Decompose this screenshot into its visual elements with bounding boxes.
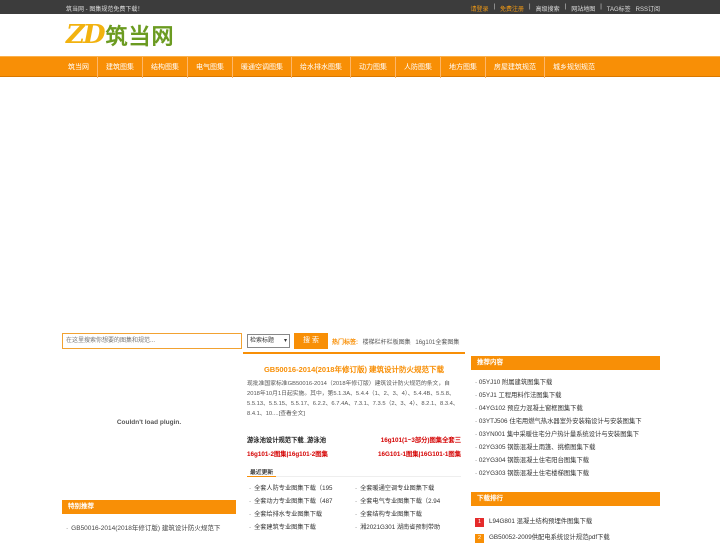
search-bar: 检索标题 搜 索 热门标签: 楼梯栏杆栏板图集 16g101全套图集: [62, 333, 662, 349]
list-item[interactable]: 03YN001 集中采暖住宅分户热计量系统设计与安装图集下: [475, 428, 660, 441]
search-button[interactable]: 搜 索: [294, 333, 328, 349]
plugin-placeholder: Couldn't load plugin.: [62, 355, 236, 495]
top-links: 请登录 | 免费注册 | 高级搜索 | 网站地图 | TAG标签 RSS订阅: [470, 4, 660, 13]
list-item[interactable]: 02YG305 钢筋混凝土雨篷、挑檐图集下载: [475, 441, 660, 454]
nav-urban-planning[interactable]: 城乡规划规范: [545, 57, 603, 78]
list-item[interactable]: 湘2021G301 湖南省预制带助: [355, 521, 461, 534]
top-bar: 筑当网 - 图集规范免费下载！ 请登录 | 免费注册 | 高级搜索 | 网站地图…: [0, 0, 720, 14]
special-list: GB50016-2014(2018年修订版) 建筑设计防火规范下: [62, 522, 236, 536]
list-item[interactable]: 全套动力专业图集下载（487: [249, 495, 355, 508]
ranking-item[interactable]: 1 L94G801 混凝土结构预埋件图集下载: [475, 514, 660, 530]
featured-link[interactable]: 16g101-2图集|16g101-2图集: [247, 448, 328, 462]
list-item[interactable]: 全套结构专业图集下载: [355, 508, 461, 521]
nav-structure[interactable]: 结构图集: [143, 57, 188, 78]
nav-power[interactable]: 动力图集: [351, 57, 396, 78]
rank-number: 2: [475, 533, 484, 543]
site-logo[interactable]: ZD 筑当网: [66, 20, 175, 50]
plugin-error: Couldn't load plugin.: [116, 419, 182, 426]
nav-hvac[interactable]: 暖通空调图集: [233, 57, 292, 78]
list-item[interactable]: 04YG102 预应力混凝土窗框图集下载: [475, 402, 660, 415]
nav-local[interactable]: 地方图集: [441, 57, 486, 78]
featured-link[interactable]: 16g101(1~3部分)图集全套三: [381, 434, 461, 448]
logo-mark: ZD: [66, 20, 106, 50]
featured-title[interactable]: GB50016-2014(2018年修订版) 建筑设计防火规范下载: [243, 364, 465, 375]
featured-link[interactable]: 16G101-1图集|16G101-1图集: [378, 448, 461, 462]
featured-article: GB50016-2014(2018年修订版) 建筑设计防火规范下载 现批准国家标…: [243, 352, 465, 540]
tag-link[interactable]: TAG标签: [607, 4, 631, 13]
special-header: 特别推荐: [62, 500, 236, 514]
main-nav: 筑当网 建筑图集 结构图集 电气图集 暖通空调图集 给水排水图集 动力图集 人防…: [0, 56, 720, 78]
advanced-search-link[interactable]: 高级搜索: [536, 4, 560, 13]
featured-link[interactable]: 游泳池设计规范下载_游泳池: [247, 434, 326, 448]
ad-space: [0, 78, 720, 328]
list-item[interactable]: 03YTJ506 住宅用燃气热水器室外安装箱设计与安装图集下: [475, 415, 660, 428]
hot-tag[interactable]: 楼梯栏杆栏板图集: [363, 340, 411, 346]
ranking-item[interactable]: 2 GB50052-2009供配电系统设计规范pdf下载: [475, 530, 660, 546]
list-item[interactable]: 全套人防专业图集下载（195: [249, 482, 355, 495]
hot-tags: 热门标签: 楼梯栏杆栏板图集 16g101全套图集: [332, 337, 459, 346]
rss-link[interactable]: RSS订阅: [636, 4, 660, 13]
recommend-box: 05YJ10 附属建筑图集下载 05YJ1 工程用料作法图集下载 04YG102…: [471, 376, 660, 480]
search-field-select[interactable]: 检索标题: [247, 334, 290, 348]
ranking-box: 1 L94G801 混凝土结构预埋件图集下载 2 GB50052-2009供配电…: [471, 514, 660, 546]
search-input[interactable]: [62, 333, 242, 349]
list-item[interactable]: GB50016-2014(2018年修订版) 建筑设计防火规范下: [62, 522, 236, 536]
sitemap-link[interactable]: 网站地图: [571, 4, 595, 13]
header: ZD 筑当网: [0, 14, 720, 56]
nav-building-codes[interactable]: 房屋建筑规范: [486, 57, 545, 78]
ranking-header: 下载排行: [471, 492, 660, 506]
list-item[interactable]: 全套暖通空调专业图集下载: [355, 482, 461, 495]
list-item[interactable]: 05YJ1 工程用料作法图集下载: [475, 389, 660, 402]
logo-text: 筑当网: [105, 24, 175, 49]
list-item[interactable]: 02YG304 钢筋混凝土住宅阳台图集下载: [475, 454, 660, 467]
recommend-header: 推荐内容: [471, 356, 660, 370]
featured-links: 游泳池设计规范下载_游泳池 16g101(1~3部分)图集全套三 16g101-…: [247, 434, 461, 462]
list-item[interactable]: 全套电气专业图集下载（2.94: [355, 495, 461, 508]
rank-text: GB50052-2009供配电系统设计规范pdf下载: [489, 534, 610, 541]
nav-civil-defense[interactable]: 人防图集: [396, 57, 441, 78]
register-link[interactable]: 免费注册: [500, 4, 524, 13]
recent-header: 最近更新: [247, 467, 461, 477]
featured-desc: 现批准国家标准GB50016-2014（2018年修订版）建筑设计防火规范的条文…: [247, 381, 459, 417]
nav-architecture[interactable]: 建筑图集: [98, 57, 143, 78]
list-item[interactable]: 全套建筑专业图集下载: [249, 521, 355, 534]
rank-text: L94G801 混凝土结构预埋件图集下载: [489, 518, 593, 525]
hot-tags-label: 热门标签:: [332, 340, 358, 346]
list-item[interactable]: 全套给排水专业图集下载: [249, 508, 355, 521]
nav-plumbing[interactable]: 给水排水图集: [292, 57, 351, 78]
list-item[interactable]: 05YJ10 附属建筑图集下载: [475, 376, 660, 389]
login-link[interactable]: 请登录: [470, 4, 488, 13]
recent-list: 全套人防专业图集下载（195 全套暖通空调专业图集下载 全套动力专业图集下载（4…: [249, 482, 461, 534]
list-item[interactable]: 02YG303 钢筋混凝土住宅楼梯图集下载: [475, 467, 660, 480]
rank-number: 1: [475, 517, 484, 527]
site-slogan: 筑当网 - 图集规范免费下载！: [66, 7, 144, 13]
nav-electrical[interactable]: 电气图集: [188, 57, 233, 78]
nav-home[interactable]: 筑当网: [60, 57, 98, 78]
hot-tag[interactable]: 16g101全套图集: [415, 340, 459, 346]
